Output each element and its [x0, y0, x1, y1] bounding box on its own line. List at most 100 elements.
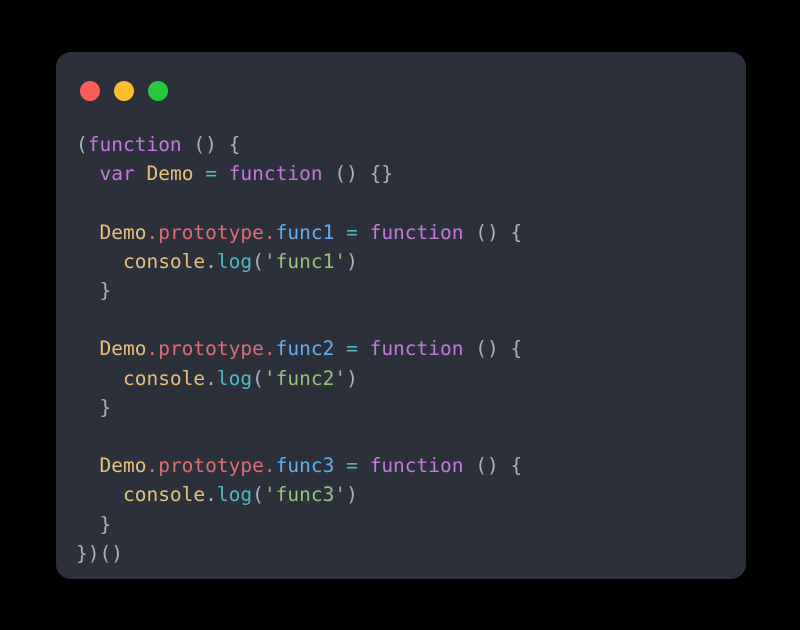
close-button-icon[interactable]: [80, 81, 100, 101]
token-open-paren: (: [252, 483, 264, 507]
minimize-button-icon[interactable]: [114, 81, 134, 101]
token-operator-assign: =: [346, 454, 358, 478]
token-dot: .: [146, 454, 159, 478]
token-close-paren: ): [346, 483, 358, 507]
screenshot-stage: (function () { var Demo = function () {}…: [0, 0, 800, 630]
token-empty-parens: (): [193, 133, 217, 156]
code-line-14: }: [76, 510, 746, 539]
token-method-log: log: [216, 366, 253, 390]
code-line-13: console.log('func3'): [76, 480, 746, 509]
token-keyword-function: function: [369, 220, 464, 244]
token-property-prototype: prototype: [158, 454, 264, 478]
token-empty-parens: (): [475, 454, 499, 478]
token-identifier-console: console: [122, 249, 206, 273]
token-identifier-console: console: [122, 483, 206, 507]
token-open-brace: {: [510, 337, 523, 361]
token-open-brace: {: [510, 220, 523, 244]
token-close-paren: ): [346, 249, 358, 273]
token-keyword-var: var: [99, 162, 135, 186]
code-line-9: console.log('func2'): [76, 364, 746, 393]
code-line-7-blank: [76, 305, 746, 334]
token-operator-assign: =: [346, 337, 358, 361]
token-dot: .: [205, 483, 217, 507]
token-close-brace: }: [99, 395, 112, 419]
code-line-5: console.log('func1'): [76, 247, 746, 276]
token-empty-braces: {}: [369, 162, 394, 186]
token-empty-parens: (): [334, 162, 358, 186]
token-string-func1: 'func1': [263, 249, 347, 273]
token-keyword-function: function: [369, 454, 464, 478]
token-operator-assign: =: [346, 220, 358, 244]
code-line-15: })(): [76, 539, 746, 568]
token-property-prototype: prototype: [158, 337, 264, 361]
code-line-10: }: [76, 393, 746, 422]
token-keyword-function: function: [228, 162, 323, 186]
token-open-brace: {: [228, 133, 241, 156]
code-line-6: }: [76, 276, 746, 305]
token-close-paren: ): [346, 366, 358, 390]
token-dot: .: [146, 337, 159, 361]
token-dot: .: [205, 366, 217, 390]
token-function-func2: func2: [275, 337, 335, 361]
token-property-prototype: prototype: [158, 220, 264, 244]
token-empty-parens: (): [475, 337, 499, 361]
token-empty-parens: (): [475, 220, 499, 244]
code-line-8: Demo.prototype.func2 = function () {: [76, 334, 746, 363]
token-function-func3: func3: [275, 454, 335, 478]
token-open-paren: (: [252, 249, 264, 273]
token-keyword-function: function: [369, 337, 464, 361]
token-dot: .: [263, 337, 276, 361]
token-open-brace: {: [510, 454, 523, 478]
token-identifier-demo: Demo: [99, 220, 147, 244]
code-line-2: var Demo = function () {}: [76, 159, 746, 188]
token-identifier-console: console: [122, 366, 206, 390]
token-identifier-demo: Demo: [99, 454, 147, 478]
token-operator-assign: =: [205, 162, 217, 186]
token-string-func2: 'func2': [263, 366, 347, 390]
token-identifier-demo: Demo: [99, 337, 147, 361]
code-line-11-blank: [76, 422, 746, 451]
code-block[interactable]: (function () { var Demo = function () {}…: [76, 130, 746, 568]
token-close-brace: }: [99, 512, 112, 536]
code-line-1: (function () {: [76, 130, 746, 159]
token-dot: .: [146, 220, 159, 244]
token-open-paren: (: [252, 366, 264, 390]
token-open-paren: (: [76, 133, 88, 156]
token-method-log: log: [216, 483, 253, 507]
token-dot: .: [263, 454, 276, 478]
zoom-button-icon[interactable]: [148, 81, 168, 101]
code-body: (function () { var Demo = function () {}…: [56, 130, 746, 579]
window-titlebar: [56, 52, 746, 130]
token-keyword-function: function: [87, 133, 182, 156]
token-identifier-demo: Demo: [146, 162, 194, 186]
code-line-4: Demo.prototype.func1 = function () {: [76, 218, 746, 247]
token-dot: .: [205, 249, 217, 273]
token-close-brace: }: [99, 279, 112, 303]
code-line-3-blank: [76, 188, 746, 217]
token-function-func1: func1: [275, 220, 335, 244]
